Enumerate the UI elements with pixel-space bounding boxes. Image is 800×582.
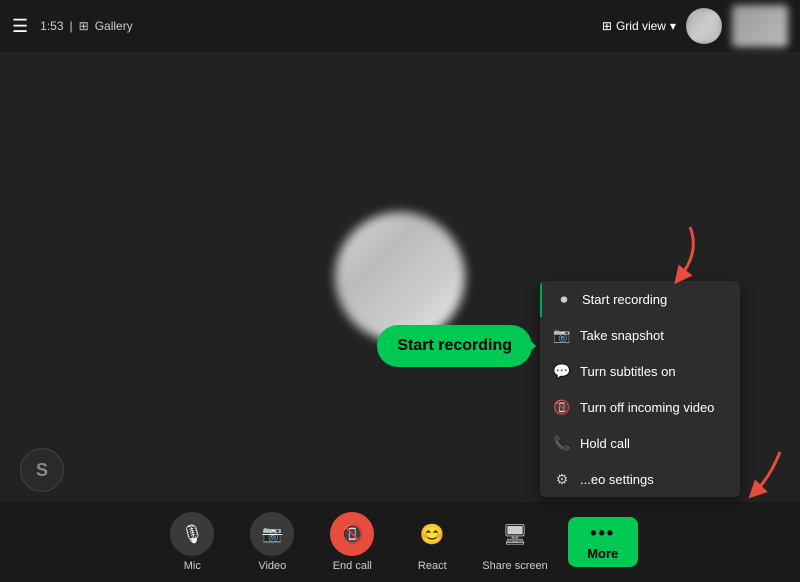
more-dropdown-menu: ⏺ Start recording 📷 Take snapshot 💬 Turn… <box>540 281 740 497</box>
share-screen-label: Share screen <box>482 560 547 572</box>
menu-label-take-snapshot: Take snapshot <box>580 328 664 343</box>
settings-icon: ⚙ <box>554 471 570 487</box>
more-button[interactable]: ••• More <box>568 517 638 567</box>
center-user-avatar <box>335 212 465 342</box>
top-left: ☰ 1:53 | ⊞ Gallery <box>12 16 133 37</box>
chevron-down-icon: ▾ <box>670 19 676 33</box>
menu-item-turn-off-video[interactable]: 📵 Turn off incoming video <box>540 389 740 425</box>
menu-label-hold-call: Hold call <box>580 436 630 451</box>
mic-label: Mic <box>184 560 201 572</box>
react-emoji-icon: 😊 <box>420 522 445 547</box>
end-call-label: End call <box>333 560 372 572</box>
hamburger-menu-icon[interactable]: ☰ <box>12 16 28 37</box>
menu-label-turn-subtitles: Turn subtitles on <box>580 364 676 379</box>
user-avatar[interactable] <box>686 8 722 44</box>
mic-icon-circle: 🎙 <box>170 512 214 556</box>
more-dots-icon: ••• <box>590 523 615 544</box>
menu-item-turn-subtitles[interactable]: 💬 Turn subtitles on <box>540 353 740 389</box>
toolbar-more[interactable]: ••• More <box>568 517 638 567</box>
subtitles-icon: 💬 <box>554 363 570 379</box>
toolbar-react[interactable]: 😊 React <box>402 512 462 572</box>
toolbar-video[interactable]: 📷 Video <box>242 512 302 572</box>
snapshot-icon: 📷 <box>554 327 570 343</box>
call-time: 1:53 <box>40 19 63 33</box>
record-icon: ⏺ <box>556 291 572 307</box>
more-label: More <box>587 546 618 561</box>
arrow-indicator-bottom <box>740 442 790 507</box>
remote-avatar-thumbnail <box>732 5 788 47</box>
menu-item-hold-call[interactable]: 📞 Hold call <box>540 425 740 461</box>
arrow-indicator-top <box>660 217 710 292</box>
menu-item-take-snapshot[interactable]: 📷 Take snapshot <box>540 317 740 353</box>
call-info: 1:53 | ⊞ Gallery <box>40 19 133 33</box>
video-icon-circle: 📷 <box>250 512 294 556</box>
end-call-icon-circle: 📵 <box>330 512 374 556</box>
grid-view-label: Grid view <box>616 19 666 33</box>
gallery-icon: ⊞ <box>79 19 89 33</box>
video-off-icon: 📷 <box>262 524 282 544</box>
react-label: React <box>418 560 447 572</box>
start-recording-callout: Start recording <box>377 325 532 367</box>
bottom-toolbar: 🎙 Mic 📷 Video 📵 End call 😊 React 🖥 Share… <box>0 502 800 582</box>
grid-icon: ⊞ <box>602 19 612 33</box>
share-icon: 🖥 <box>502 522 527 547</box>
video-label: Video <box>258 560 286 572</box>
separator: | <box>70 19 73 33</box>
menu-item-start-recording[interactable]: ⏺ Start recording <box>540 281 740 317</box>
menu-label-turn-off-video: Turn off incoming video <box>580 400 714 415</box>
menu-item-call-settings[interactable]: ⚙ ...eo settings <box>540 461 740 497</box>
skype-letter: S <box>36 460 48 481</box>
mic-icon: 🎙 <box>181 524 204 545</box>
avatar-image <box>686 8 722 44</box>
skype-icon: S <box>20 448 64 492</box>
toolbar-share-screen[interactable]: 🖥 Share screen <box>482 512 547 572</box>
toolbar-end-call[interactable]: 📵 End call <box>322 512 382 572</box>
gallery-label: Gallery <box>95 19 133 33</box>
top-bar: ☰ 1:53 | ⊞ Gallery ⊞ Grid view ▾ <box>0 0 800 52</box>
end-call-icon: 📵 <box>341 524 363 545</box>
grid-view-button[interactable]: ⊞ Grid view ▾ <box>602 19 676 33</box>
hold-icon: 📞 <box>554 435 570 451</box>
menu-label-call-settings: ...eo settings <box>580 472 654 487</box>
top-right: ⊞ Grid view ▾ <box>602 5 788 47</box>
menu-label-start-recording: Start recording <box>582 292 667 307</box>
no-video-icon: 📵 <box>554 399 570 415</box>
share-screen-icon: 🖥 <box>493 512 537 556</box>
toolbar-mic[interactable]: 🎙 Mic <box>162 512 222 572</box>
react-icon: 😊 <box>410 512 454 556</box>
